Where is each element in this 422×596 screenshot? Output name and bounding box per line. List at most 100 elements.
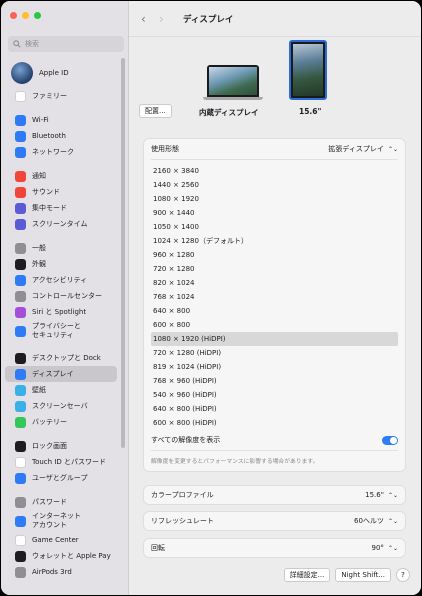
resolution-option[interactable]: 900 × 1440: [151, 206, 398, 220]
sidebar-item-label: インターネット アカウント: [32, 512, 81, 529]
performance-note: 解像度を変更するとパフォーマンスに影響する場合があります。: [151, 450, 398, 471]
key-icon: [15, 496, 26, 508]
sidebar-item-apple-id[interactable]: Apple ID: [1, 58, 123, 88]
sidebar-item-label: ユーザとグループ: [32, 474, 88, 482]
footer-buttons: 詳細設定... Night Shift... ?: [283, 568, 410, 582]
refresh-rate-popup[interactable]: 60ヘルツ ⌃⌄: [354, 516, 398, 526]
accessibility-icon: [15, 274, 26, 286]
resolution-option[interactable]: 1024 × 1280（デフォルト）: [151, 234, 398, 248]
advanced-button[interactable]: 詳細設定...: [283, 568, 331, 582]
siri-icon: [15, 306, 26, 318]
builtin-display-thumbnail[interactable]: [203, 65, 263, 100]
color-profile-card: カラープロファイル 15.6" ⌃⌄: [143, 485, 406, 505]
arrange-button[interactable]: 配置...: [139, 104, 172, 118]
sidebar-item-label: ロック画面: [32, 442, 67, 450]
sidebar-item-label: 一般: [32, 244, 46, 252]
resolution-option[interactable]: 820 × 1024: [151, 276, 398, 290]
external-display-thumbnail[interactable]: [289, 40, 327, 100]
window-controls: [10, 12, 41, 19]
sidebar-item-label: 通知: [32, 172, 46, 180]
sidebar-item-label: AirPods 3rd: [32, 568, 72, 576]
resolution-option[interactable]: 819 × 1024 (HiDPI): [151, 360, 398, 374]
resolution-option[interactable]: 2160 × 3840: [151, 164, 398, 178]
search-field[interactable]: 検索: [8, 36, 124, 52]
help-button[interactable]: ?: [396, 568, 410, 582]
sidebar-item-wifi[interactable]: Wi-Fi: [5, 112, 117, 128]
resolution-option[interactable]: 540 × 960 (HiDPI): [151, 388, 398, 402]
rotation-card: 回転 90° ⌃⌄: [143, 538, 406, 558]
battery-icon: [15, 416, 26, 428]
resolution-option[interactable]: 640 × 800: [151, 304, 398, 318]
sidebar-item-gear[interactable]: 一般: [5, 240, 117, 256]
screensaver-icon: [15, 400, 26, 412]
forward-button[interactable]: ›: [159, 12, 177, 26]
display-icon: [15, 368, 26, 380]
sidebar-item-lock[interactable]: ロック画面: [5, 438, 117, 454]
resolution-option[interactable]: 720 × 1280: [151, 262, 398, 276]
use-as-popup[interactable]: 拡張ディスプレイ ⌃⌄: [328, 144, 398, 154]
show-all-toggle[interactable]: [382, 435, 398, 445]
rotation-label: 回転: [151, 544, 165, 552]
resolution-option[interactable]: 768 × 960 (HiDPI): [151, 374, 398, 388]
sidebar-item-airpods[interactable]: AirPods 3rd: [5, 564, 117, 580]
resolution-option[interactable]: 1050 × 1400: [151, 220, 398, 234]
sidebar-item-battery[interactable]: バッテリー: [5, 414, 117, 430]
resolution-option[interactable]: 960 × 1280: [151, 248, 398, 262]
resolution-option[interactable]: 720 × 1280 (HiDPI): [151, 346, 398, 360]
color-profile-label: カラープロファイル: [151, 491, 214, 499]
sidebar-item-bluetooth[interactable]: Bluetooth: [5, 128, 117, 144]
resolution-option[interactable]: 1440 × 2560: [151, 178, 398, 192]
resolution-option[interactable]: 600 × 800 (HiDPI): [151, 416, 398, 430]
sidebar-item-moon[interactable]: 集中モード: [5, 200, 117, 216]
rotation-popup[interactable]: 90° ⌃⌄: [372, 544, 398, 552]
back-button[interactable]: ‹: [141, 12, 159, 26]
sidebar-item-label: アクセシビリティ: [32, 276, 88, 284]
sidebar-item-label: スクリーンセーバ: [32, 402, 88, 410]
sidebar-item-key[interactable]: パスワード: [5, 494, 117, 510]
sidebar-item-dock[interactable]: デスクトップと Dock: [5, 350, 117, 366]
color-profile-value: 15.6": [365, 491, 384, 499]
sidebar-item-speaker[interactable]: サウンド: [5, 184, 117, 200]
color-profile-popup[interactable]: 15.6" ⌃⌄: [365, 491, 398, 499]
sidebar-item-label: Siri と Spotlight: [32, 308, 87, 316]
resolution-option[interactable]: 768 × 1024: [151, 290, 398, 304]
sidebar-item-family[interactable]: ファミリー: [5, 88, 117, 104]
sidebar-item-hourglass[interactable]: スクリーンタイム: [5, 216, 117, 232]
sidebar-item-label: サウンド: [32, 188, 60, 196]
sidebar-item-wallpaper[interactable]: 壁紙: [5, 382, 117, 398]
lock-icon: [15, 440, 26, 452]
sidebar-item-at[interactable]: インターネット アカウント: [5, 510, 117, 532]
use-as-label: 使用形態: [151, 145, 179, 153]
sidebar-item-fingerprint[interactable]: Touch ID とパスワード: [5, 454, 117, 470]
resolution-option[interactable]: 640 × 800 (HiDPI): [151, 402, 398, 416]
resolution-option[interactable]: 600 × 800: [151, 318, 398, 332]
sidebar-item-screensaver[interactable]: スクリーンセーバ: [5, 398, 117, 414]
sidebar-item-accessibility[interactable]: アクセシビリティ: [5, 272, 117, 288]
refresh-rate-label: リフレッシュレート: [151, 517, 214, 525]
resolution-option[interactable]: 1080 × 1920: [151, 192, 398, 206]
wallet-icon: [15, 550, 26, 562]
sidebar-item-gamecenter[interactable]: Game Center: [5, 532, 117, 548]
night-shift-button[interactable]: Night Shift...: [335, 568, 391, 582]
resolution-option[interactable]: 1080 × 1920 (HiDPI): [151, 332, 398, 346]
dock-icon: [15, 352, 26, 364]
sidebar-item-appearance[interactable]: 外観: [5, 256, 117, 272]
sidebar-item-control-center[interactable]: コントロールセンター: [5, 288, 117, 304]
sidebar-item-display[interactable]: ディスプレイ: [5, 366, 117, 382]
settings-window: 検索 Apple ID ファミリー Wi-Fi Bluetooth ネットワーク通知サ…: [1, 1, 421, 595]
hourglass-icon: [15, 218, 26, 230]
sidebar-item-bell[interactable]: 通知: [5, 168, 117, 184]
sidebar-item-users[interactable]: ユーザとグループ: [5, 470, 117, 486]
sidebar-item-siri[interactable]: Siri と Spotlight: [5, 304, 117, 320]
minimize-button[interactable]: [22, 12, 29, 19]
fingerprint-icon: [15, 456, 26, 468]
globe-icon: [15, 146, 26, 158]
sidebar-item-label: スクリーンタイム: [32, 220, 88, 228]
sidebar-item-label: Wi-Fi: [32, 116, 49, 124]
sidebar-item-hand[interactable]: プライバシーと セキュリティ: [5, 320, 117, 342]
close-button[interactable]: [10, 12, 17, 19]
zoom-button[interactable]: [34, 12, 41, 19]
sidebar-item-globe[interactable]: ネットワーク: [5, 144, 117, 160]
gamecenter-icon: [15, 534, 26, 546]
sidebar-item-wallet[interactable]: ウォレットと Apple Pay: [5, 548, 117, 564]
